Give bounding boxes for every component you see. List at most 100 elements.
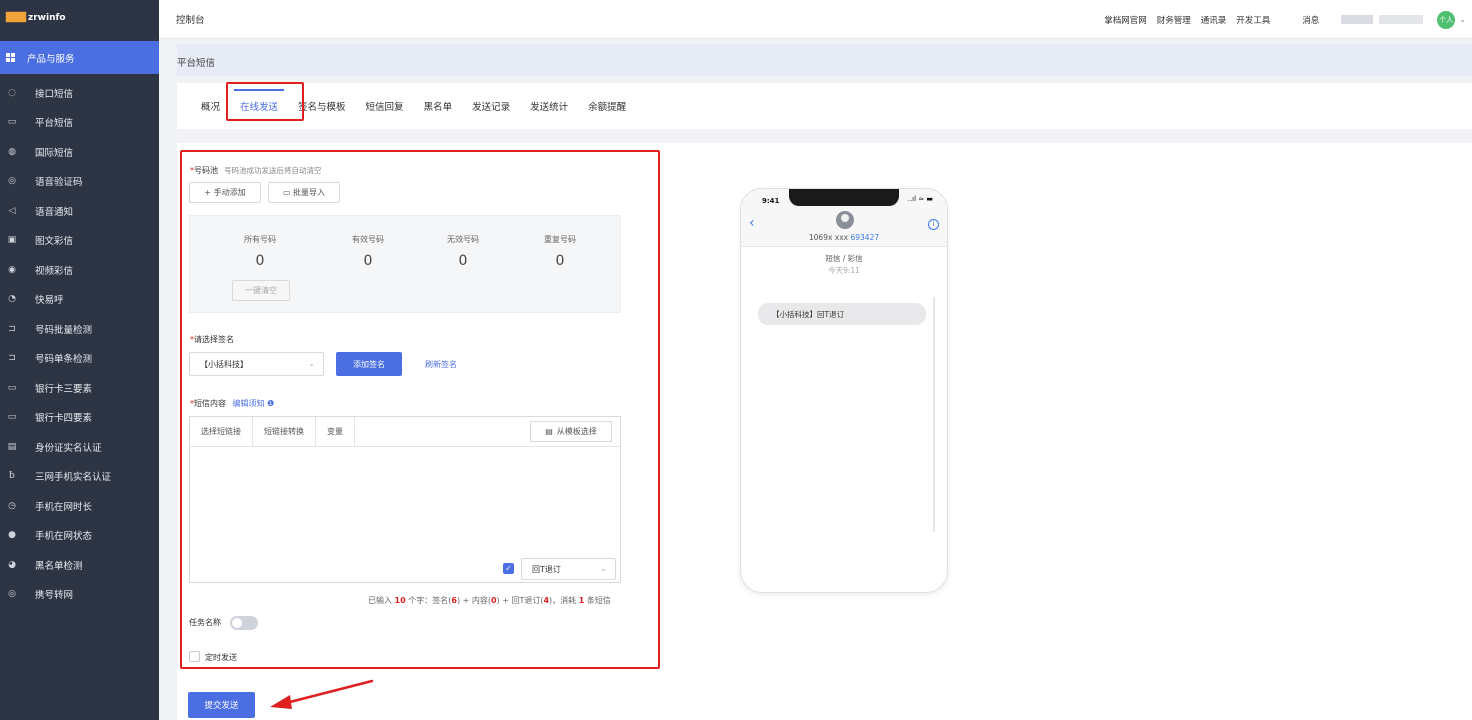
sidebar-item[interactable]: ƀ 三网手机实名认证: [0, 462, 159, 492]
call-icon: ◔: [8, 294, 16, 305]
variable-button[interactable]: 变量: [316, 417, 355, 446]
sidebar-item-label: 图文彩信: [35, 236, 74, 248]
number-pool-hint: 号码池成功发送后将自动清空: [224, 166, 322, 175]
voice-icon: ◎: [8, 176, 16, 187]
logo-icon: 🏿🏿: [6, 12, 26, 23]
single-check-icon: ⊐: [8, 353, 16, 364]
submit-send-button[interactable]: 提交发送: [188, 692, 255, 718]
id-card-icon: ▤: [7, 441, 17, 452]
products-services-menu[interactable]: 产品与服务 ›: [0, 41, 272, 686]
count-text: 条短信: [584, 596, 611, 605]
sidebar-item[interactable]: ◎ 语音验证码: [0, 167, 159, 197]
tab-blacklist[interactable]: 黑名单: [424, 83, 453, 129]
batch-import-button[interactable]: ▭ 批量导入: [268, 182, 340, 203]
sidebar-item-label: 手机在网时长: [35, 501, 93, 513]
sidebar-item[interactable]: ▣ 图文彩信: [0, 226, 159, 256]
select-short-link-button[interactable]: 选择短链接: [190, 417, 253, 446]
stat-value: 0: [255, 253, 265, 269]
sidebar-item[interactable]: ◔ 快易呼: [0, 285, 159, 315]
content-textarea[interactable]: [190, 448, 620, 556]
number-pool-label: 号码池: [194, 166, 218, 175]
content-editor: 选择短链接 短链接转换 变量 ▤ 从模板选择 ✓ 回T退订 ⌄: [189, 416, 621, 583]
clock-icon: ◷: [8, 500, 16, 511]
short-link-convert-button[interactable]: 短链接转换: [253, 417, 316, 446]
unsubscribe-select[interactable]: 回T退订 ⌄: [521, 558, 616, 580]
user-icon: ƀ: [9, 471, 15, 482]
template-icon: ▤: [545, 427, 553, 436]
top-nav-dev-tools[interactable]: 开发工具: [1236, 14, 1270, 26]
stat-label: 所有号码: [244, 235, 276, 244]
sender-number-suffix: 693427: [850, 233, 880, 242]
phone-header: 9:41 ..ıl ≈ ▬ ‹ i 1069x xxx 693427: [741, 189, 947, 247]
sidebar-item[interactable]: ◎ 携号转网: [0, 580, 159, 610]
stat-value: 0: [555, 253, 565, 269]
phone-time: 9:41: [762, 197, 780, 205]
top-nav-finance[interactable]: 财务管理: [1157, 14, 1191, 26]
sidebar-item-label: 银行卡四要素: [35, 413, 93, 425]
tab-signature-template[interactable]: 签名与模板: [298, 83, 346, 129]
select-from-template-button[interactable]: ▤ 从模板选择: [530, 421, 612, 442]
content-label: 短信内容: [194, 399, 226, 408]
stat-invalid-numbers: 无效号码 0: [433, 234, 493, 269]
avatar[interactable]: 个人: [1437, 10, 1456, 29]
scheduled-send-checkbox[interactable]: [189, 651, 200, 662]
stat-label: 有效号码: [352, 235, 384, 244]
sender-number-prefix: 1069x xxx: [808, 233, 851, 242]
globe-icon: ◍: [8, 146, 16, 157]
tab-sms-reply[interactable]: 短信回复: [366, 83, 404, 129]
refresh-signature-link[interactable]: 刷新签名: [425, 359, 457, 370]
sidebar-item[interactable]: ◍ 国际短信: [0, 137, 159, 167]
tab-send-stats[interactable]: 发送统计: [530, 83, 568, 129]
sidebar-item[interactable]: ◉ 视频彩信: [0, 255, 159, 285]
tab-overview[interactable]: 概况: [201, 83, 220, 129]
products-services-label: 产品与服务: [27, 53, 75, 65]
card-icon: ▭: [7, 382, 17, 393]
logo[interactable]: 🏿🏿 zrwinfo: [0, 0, 159, 35]
top-nav-official-site[interactable]: 掌档网官网: [1104, 14, 1147, 26]
sidebar-item[interactable]: ◕ 黑名单检测: [0, 550, 159, 580]
tab-highlight-box: [226, 82, 304, 121]
sidebar-item[interactable]: ▭ 银行卡三要素: [0, 373, 159, 403]
sidebar-item[interactable]: ◁ 语音通知: [0, 196, 159, 226]
phone-notch: [789, 189, 899, 206]
sidebar-item[interactable]: ▭ 银行卡四要素: [0, 403, 159, 433]
sidebar-item[interactable]: ◷ 手机在网时长: [0, 491, 159, 521]
sidebar-item[interactable]: ▭ 平台短信: [0, 108, 159, 138]
signature-select-value: 【小括科技】: [200, 359, 248, 369]
stat-duplicate-numbers: 重复号码 0: [530, 234, 590, 269]
tab-send-records[interactable]: 发送记录: [472, 83, 510, 129]
sidebar-item[interactable]: ⊐ 号码批量检测: [0, 314, 159, 344]
info-icon[interactable]: ❶: [267, 399, 274, 408]
top-nav-messages[interactable]: 消息: [1302, 14, 1319, 26]
sidebar-item[interactable]: ◌ 接口短信: [0, 78, 159, 108]
chat-icon: ◌: [8, 87, 16, 98]
signature-select[interactable]: 【小括科技】 ⌄: [189, 352, 324, 376]
tab-balance-alert[interactable]: 余额提醒: [588, 83, 626, 129]
top-nav-contacts[interactable]: 通讯录: [1201, 14, 1227, 26]
transfer-icon: ◎: [8, 589, 16, 600]
edit-notice-link[interactable]: 编辑须知: [233, 399, 265, 408]
breadcrumb-bar: 平台短信: [177, 44, 1472, 76]
content-label-row: *短信内容 编辑须知 ❶: [190, 398, 274, 409]
add-signature-button[interactable]: 添加签名: [336, 352, 402, 376]
sidebar-item-label: 号码单条检测: [35, 354, 93, 366]
task-name-label: 任务名称: [189, 618, 221, 627]
message-time: 今天9:11: [828, 266, 860, 275]
manual-add-button[interactable]: + 手动添加: [189, 182, 261, 203]
phone-scrollbar: [933, 297, 935, 532]
count-text: 已输入: [368, 596, 395, 605]
count-text: ) + 回T退订(: [496, 596, 544, 605]
chevron-down-icon: ⌄: [308, 359, 315, 368]
count-text: ) + 内容(: [456, 596, 491, 605]
sidebar-item-label: 携号转网: [35, 590, 74, 602]
number-pool-label-row: *号码池 号码池成功发送后将自动清空: [190, 165, 322, 176]
console-title[interactable]: 控制台: [176, 12, 205, 26]
sidebar-item[interactable]: ▤ 身份证实名认证: [0, 432, 159, 462]
sidebar-item[interactable]: ● 手机在网状态: [0, 521, 159, 551]
sidebar-item[interactable]: ⊐ 号码单条检测: [0, 344, 159, 374]
unsubscribe-checkbox[interactable]: ✓: [503, 563, 514, 574]
signature-label: 请选择签名: [194, 335, 234, 344]
task-name-toggle[interactable]: [230, 616, 258, 630]
clear-all-button[interactable]: 一键清空: [232, 280, 290, 301]
chevron-down-icon[interactable]: ⌄: [1459, 15, 1466, 24]
